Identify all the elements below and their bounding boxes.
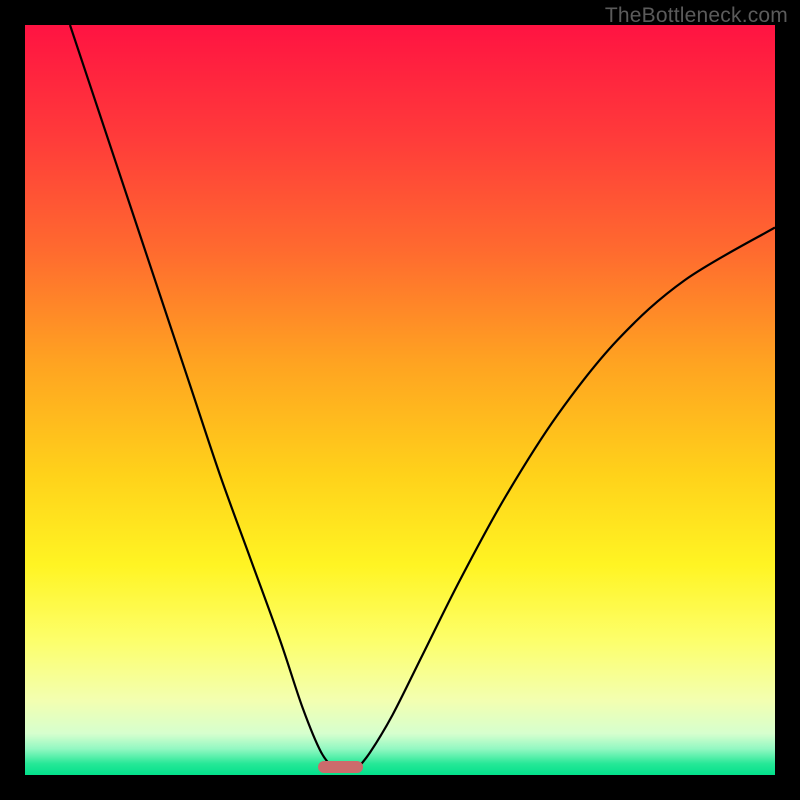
- watermark-text: TheBottleneck.com: [605, 4, 788, 28]
- optimal-marker: [318, 761, 363, 773]
- plot-area: [25, 25, 775, 775]
- background-gradient: [25, 25, 775, 775]
- frame: TheBottleneck.com: [0, 0, 800, 800]
